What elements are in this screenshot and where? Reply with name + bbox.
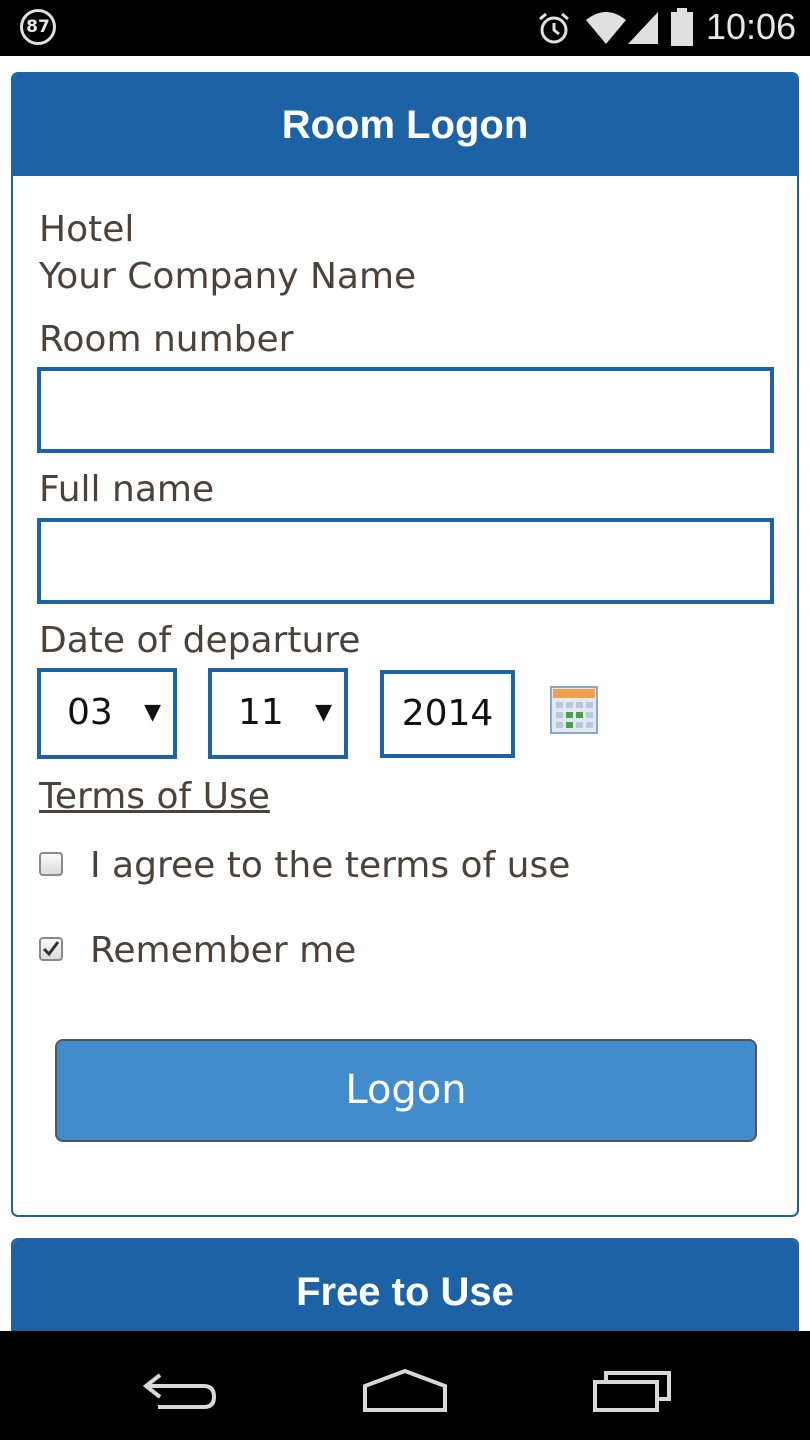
calendar-icon[interactable] [550,686,598,734]
logon-button[interactable]: Logon [55,1039,757,1142]
departure-label: Date of departure [39,620,361,661]
day-select[interactable]: 03 ▼ [37,668,177,759]
day-value: 03 [67,692,113,733]
room-number-label: Room number [39,319,294,360]
month-value: 11 [238,692,284,733]
month-select[interactable]: 11 ▼ [208,668,348,759]
dropdown-arrow-icon: ▼ [315,700,332,725]
home-icon[interactable] [362,1367,448,1413]
room-logon-panel: Room Logon Hotel Your Company Name Room … [11,72,799,1217]
signal-icon [628,12,658,44]
remember-checkbox[interactable] [39,937,63,961]
terms-of-use-link[interactable]: Terms of Use [39,776,270,817]
remember-label: Remember me [90,930,357,971]
agree-label: I agree to the terms of use [90,845,571,886]
recents-icon[interactable] [592,1367,674,1413]
alarm-icon [539,12,569,44]
agree-checkbox[interactable] [39,852,63,876]
panel-title: Room Logon [13,74,797,176]
checkmark-icon [42,941,60,957]
wifi-icon [586,12,626,44]
status-bar: 87 10:06 [0,0,810,56]
company-name: Your Company Name [39,256,417,297]
navigation-bar [0,1331,810,1440]
dropdown-arrow-icon: ▼ [144,700,161,725]
free-panel-title: Free to Use [13,1240,797,1344]
full-name-label: Full name [39,469,215,510]
back-icon[interactable] [142,1371,218,1411]
room-number-input[interactable] [37,367,774,453]
notification-badge: 87 [20,9,56,45]
hotel-label: Hotel [39,209,135,250]
full-name-input[interactable] [37,518,774,604]
battery-icon [671,8,693,46]
year-input[interactable]: 2014 [380,670,515,758]
clock: 10:06 [706,6,797,47]
